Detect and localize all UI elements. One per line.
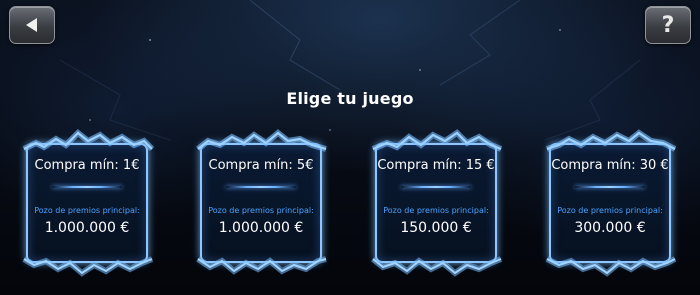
game-card[interactable]: Compra mín: 1€ Pozo de premios principal… — [22, 128, 155, 277]
back-arrow-icon — [26, 18, 37, 32]
card-divider — [52, 186, 122, 188]
min-buyin-label: Compra mín: 5€ — [208, 158, 314, 173]
prize-pool-label: Pozo de premios principal: — [383, 206, 489, 215]
back-button[interactable] — [9, 6, 55, 44]
page-title: Elige tu juego — [286, 89, 414, 108]
prize-pool-label: Pozo de premios principal: — [557, 206, 663, 215]
game-card[interactable]: Compra mín: 15 € Pozo de premios princip… — [371, 129, 503, 277]
game-card[interactable]: Compra mín: 30 € Pozo de premios princip… — [545, 129, 677, 277]
prize-pool-label: Pozo de premios principal: — [34, 206, 140, 215]
card-divider — [226, 186, 296, 188]
prize-pool-value: 300.000 € — [574, 220, 646, 236]
min-buyin-label: Compra mín: 15 € — [377, 158, 495, 173]
min-buyin-label: Compra mín: 30 € — [551, 158, 669, 173]
help-button[interactable]: ? — [645, 6, 691, 44]
card-divider — [575, 186, 645, 188]
prize-pool-value: 1.000.000 € — [218, 220, 304, 236]
help-icon: ? — [661, 12, 675, 38]
prize-pool-label: Pozo de premios principal: — [208, 206, 314, 215]
card-divider — [401, 186, 471, 188]
game-card[interactable]: Compra mín: 5€ Pozo de premios principal… — [196, 129, 327, 275]
prize-pool-value: 150.000 € — [400, 220, 472, 236]
prize-pool-value: 1.000.000 € — [44, 220, 130, 236]
min-buyin-label: Compra mín: 1€ — [34, 158, 140, 173]
